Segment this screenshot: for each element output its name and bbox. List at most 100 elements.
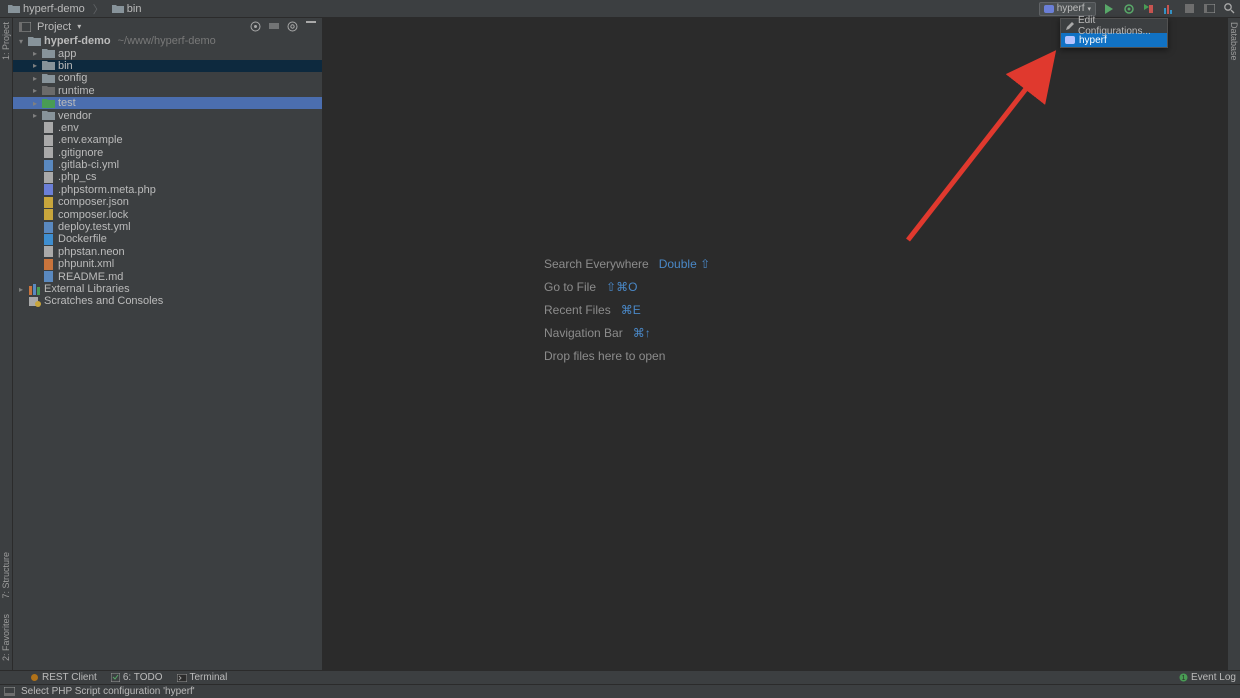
tree-arrow-icon[interactable]: ▸ [31,86,39,95]
toolwindow-tab-terminal[interactable]: Terminal [177,672,228,683]
tree-row[interactable]: phpstan.neon [13,246,322,258]
breadcrumb-label: hyperf-demo [23,3,85,15]
docker-icon [42,234,55,245]
welcome-label: Navigation Bar [544,326,623,340]
tree-row[interactable]: ▸config [13,72,322,84]
php-icon [1044,5,1054,13]
tree-arrow-icon[interactable]: ▸ [31,99,39,108]
breadcrumb-item[interactable]: bin [108,3,146,15]
tree-path: ~/www/hyperf-demo [118,35,216,47]
svg-text:1: 1 [1182,675,1186,682]
project-toolwindow-header: Project ▾ [13,18,322,35]
php-icon [1065,36,1075,44]
tree-arrow-icon[interactable]: ▸ [31,49,39,58]
project-header-title[interactable]: Project [37,21,71,33]
tree-row[interactable]: composer.json [13,196,322,208]
json-icon [42,197,55,208]
tree-row[interactable]: ▸bin [13,60,322,72]
bottom-toolbar: REST Client 6: TODO Terminal 1 Event Log [0,670,1240,684]
tree-arrow-icon[interactable]: ▸ [31,61,39,70]
tree-row[interactable]: ▸ runtime [13,85,322,97]
debug-button[interactable] [1122,2,1136,16]
tree-label: External Libraries [44,283,130,295]
run-coverage-button[interactable] [1142,2,1156,16]
tree-row[interactable]: phpunit.xml [13,258,322,270]
tree-row[interactable]: composer.lock [13,208,322,220]
json-icon [42,209,55,220]
stop-button[interactable] [1182,2,1196,16]
project-icon [19,22,31,32]
tree-label: .env.example [58,134,123,146]
project-tree[interactable]: ▾hyperf-demo~/www/hyperf-demo▸app▸bin▸co… [13,35,322,670]
event-log-button[interactable]: 1 Event Log [1179,672,1236,683]
status-bar: Select PHP Script configuration 'hyperf' [0,684,1240,698]
welcome-line: Go to File⇧⌘O [544,275,710,298]
tree-row[interactable]: Dockerfile [13,233,322,245]
tree-label: .php_cs [58,171,97,183]
file-icon [42,172,55,183]
toolwindow-tab-project[interactable]: 1: Project [0,18,12,64]
tree-row[interactable]: deploy.test.yml [13,221,322,233]
tree-row[interactable]: .php_cs [13,171,322,183]
select-opened-file-icon[interactable] [250,21,261,32]
welcome-shortcut: Double ⇧ [659,257,710,271]
event-log-label: Event Log [1191,672,1236,683]
xml-icon [42,259,55,270]
expand-all-icon[interactable] [269,21,279,32]
left-gutter: 1: Project 7: Structure 2: Favorites [0,18,13,670]
tree-label: composer.lock [58,209,128,221]
tree-row[interactable]: Scratches and Consoles [13,295,322,307]
folder-dark-icon [42,85,55,96]
tree-arrow-icon[interactable]: ▸ [17,285,25,294]
tree-arrow-icon[interactable]: ▸ [31,111,39,120]
toolwindow-tab-favorites[interactable]: 2: Favorites [0,610,12,665]
folder-icon [42,60,55,71]
welcome-line: Search Everywhere Double ⇧ [544,252,710,275]
toolwindow-tab-todo[interactable]: 6: TODO [111,672,163,683]
run-button[interactable] [1102,2,1116,16]
tree-arrow-icon[interactable]: ▾ [17,37,25,46]
hide-icon[interactable] [306,21,316,32]
tree-label: app [58,48,76,60]
status-icon[interactable] [4,687,15,696]
tree-arrow-icon[interactable]: ▸ [31,74,39,83]
welcome-line: Drop files here to open [544,344,710,367]
tree-row[interactable]: .gitignore [13,147,322,159]
tree-row[interactable]: ▾ hyperf-demo ~/www/hyperf-demo [13,35,322,47]
welcome-label: Search Everywhere [544,257,649,271]
tree-label: README.md [58,271,123,283]
tree-label: hyperf-demo [44,35,111,47]
tree-row[interactable]: .env.example [13,134,322,146]
tree-label: runtime [58,85,95,97]
scratch-icon [28,296,41,307]
toolwindow-tab-rest-client[interactable]: REST Client [30,672,97,683]
layout-button[interactable] [1202,2,1216,16]
top-bar: hyperf-demo 〉 bin hyperf ▾ [0,0,1240,18]
toolwindow-tab-database[interactable]: Database [1228,18,1240,65]
tree-row[interactable]: .env [13,122,322,134]
gear-icon[interactable] [287,21,298,32]
tree-row[interactable]: ▸vendor [13,109,322,121]
tree-row[interactable]: .phpstorm.meta.php [13,184,322,196]
chevron-down-icon: ▾ [1087,5,1091,13]
run-config-selector[interactable]: hyperf ▾ [1039,2,1096,16]
breadcrumb: hyperf-demo 〉 bin [4,1,145,17]
tree-row[interactable]: README.md [13,270,322,282]
run-config-edit-configs[interactable]: Edit Configurations... [1061,19,1167,33]
tree-row[interactable]: ▸ test [13,97,322,109]
profile-button[interactable] [1162,2,1176,16]
editor-area: Search Everywhere Double ⇧ Go to File⇧⌘O Re… [322,18,1227,670]
tree-row[interactable]: ▸ app [13,47,322,59]
chevron-down-icon[interactable]: ▾ [77,22,81,31]
tree-row[interactable]: ▸ External Libraries [13,283,322,295]
welcome-label: Recent Files [544,303,611,317]
breadcrumb-item[interactable]: hyperf-demo [4,3,89,15]
toolwindow-tab-structure[interactable]: 7: Structure [0,548,12,603]
search-button[interactable] [1222,2,1236,16]
tree-row[interactable]: .gitlab-ci.yml [13,159,322,171]
tree-label: .env [58,122,79,134]
yml-icon [42,160,55,171]
tree-label: test [58,97,76,109]
tree-label: Scratches and Consoles [44,295,163,307]
neon-icon [42,246,55,257]
